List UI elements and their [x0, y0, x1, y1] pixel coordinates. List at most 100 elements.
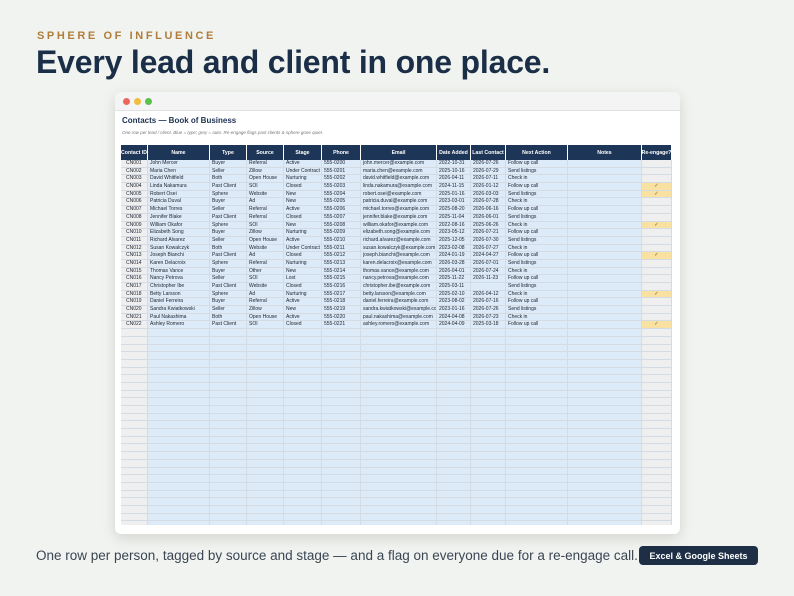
table-cell[interactable] — [568, 329, 642, 337]
table-cell[interactable]: Check in — [506, 198, 568, 207]
table-cell[interactable]: CN019 — [121, 298, 148, 307]
table-cell[interactable] — [322, 505, 361, 514]
table-cell[interactable]: Send listings — [506, 283, 568, 291]
table-cell[interactable]: Sandra Kwiatkowski — [148, 306, 210, 314]
table-cell[interactable] — [247, 498, 284, 506]
table-cell[interactable] — [210, 436, 247, 445]
table-cell[interactable] — [568, 206, 642, 214]
table-cell[interactable] — [148, 413, 210, 422]
table-cell[interactable] — [437, 459, 471, 468]
table-cell[interactable]: CN017 — [121, 283, 148, 291]
table-cell[interactable]: Send listings — [506, 236, 568, 245]
table-cell[interactable] — [322, 336, 361, 345]
table-cell[interactable] — [322, 475, 361, 483]
table-cell[interactable]: nancy.petrova@example.com — [361, 275, 437, 283]
table-cell[interactable] — [210, 375, 247, 383]
table-cell[interactable] — [506, 482, 568, 491]
table-cell[interactable] — [247, 382, 284, 391]
table-cell[interactable]: 555-0220 — [322, 313, 361, 322]
table-cell[interactable] — [471, 459, 506, 468]
table-cell[interactable] — [361, 467, 437, 476]
table-cell[interactable] — [642, 521, 672, 525]
table-cell[interactable] — [437, 436, 471, 445]
table-cell[interactable] — [568, 259, 642, 268]
table-cell[interactable] — [471, 513, 506, 522]
table-cell[interactable] — [284, 413, 322, 422]
table-cell[interactable]: Seller — [210, 306, 247, 314]
table-cell[interactable] — [642, 452, 672, 460]
column-header[interactable]: Last Contact — [471, 145, 506, 160]
maximize-window-icon[interactable] — [145, 98, 152, 105]
table-cell[interactable] — [361, 498, 437, 506]
table-cell[interactable] — [247, 390, 284, 399]
table-cell[interactable] — [247, 490, 284, 499]
table-cell[interactable] — [437, 467, 471, 476]
table-cell[interactable] — [437, 329, 471, 337]
table-cell[interactable] — [568, 283, 642, 291]
table-cell[interactable] — [210, 505, 247, 514]
table-cell[interactable] — [284, 382, 322, 391]
table-cell[interactable] — [284, 406, 322, 414]
table-cell[interactable]: Closed — [284, 321, 322, 330]
table-cell[interactable]: Both — [210, 175, 247, 184]
column-header[interactable]: Type — [210, 145, 247, 160]
table-cell[interactable] — [471, 452, 506, 460]
table-cell[interactable] — [471, 390, 506, 399]
table-cell[interactable]: Zillow — [247, 306, 284, 314]
table-cell[interactable] — [361, 459, 437, 468]
table-cell[interactable] — [471, 398, 506, 406]
table-cell[interactable]: 555-0201 — [322, 167, 361, 176]
table-cell[interactable] — [361, 444, 437, 453]
table-cell[interactable]: 555-0209 — [322, 229, 361, 237]
table-cell[interactable]: Follow up call — [506, 275, 568, 283]
table-cell[interactable] — [361, 406, 437, 414]
table-cell[interactable] — [471, 436, 506, 445]
table-cell[interactable] — [568, 344, 642, 353]
table-cell[interactable] — [210, 421, 247, 430]
table-cell[interactable] — [148, 336, 210, 345]
table-cell[interactable] — [121, 436, 148, 445]
table-cell[interactable]: 2025-08-20 — [437, 206, 471, 214]
table-cell[interactable]: 555-0204 — [322, 190, 361, 199]
table-cell[interactable] — [568, 498, 642, 506]
column-header[interactable]: Email — [361, 145, 437, 160]
table-cell[interactable]: CN006 — [121, 198, 148, 207]
table-cell[interactable] — [506, 521, 568, 525]
table-cell[interactable] — [210, 459, 247, 468]
table-cell[interactable] — [506, 429, 568, 437]
table-cell[interactable] — [284, 452, 322, 460]
table-cell[interactable]: Sphere — [210, 259, 247, 268]
table-cell[interactable]: Sphere — [210, 221, 247, 230]
table-cell[interactable] — [322, 513, 361, 522]
table-cell[interactable] — [247, 398, 284, 406]
table-cell[interactable] — [322, 498, 361, 506]
table-cell[interactable]: 555-0206 — [322, 206, 361, 214]
table-cell[interactable] — [148, 452, 210, 460]
table-cell[interactable]: david.whitfield@example.com — [361, 175, 437, 184]
table-cell[interactable]: Betty Larsson — [148, 290, 210, 299]
table-cell[interactable] — [437, 359, 471, 368]
table-cell[interactable]: karen.delacroix@example.com — [361, 259, 437, 268]
table-cell[interactable]: 555-0218 — [322, 298, 361, 307]
table-cell[interactable]: Michael Torres — [148, 206, 210, 214]
table-cell[interactable]: Active — [284, 206, 322, 214]
table-cell[interactable] — [284, 459, 322, 468]
table-cell[interactable] — [121, 452, 148, 460]
table-cell[interactable] — [437, 367, 471, 376]
table-cell[interactable]: 2023-03-01 — [437, 198, 471, 207]
table-cell[interactable] — [568, 190, 642, 199]
table-cell[interactable] — [568, 482, 642, 491]
table-cell[interactable] — [471, 283, 506, 291]
table-cell[interactable]: 2026-07-21 — [471, 229, 506, 237]
table-cell[interactable]: elizabeth.song@example.com — [361, 229, 437, 237]
table-cell[interactable] — [506, 475, 568, 483]
table-cell[interactable]: SOI — [247, 321, 284, 330]
table-cell[interactable]: 2026-07-26 — [471, 306, 506, 314]
table-cell[interactable] — [210, 429, 247, 437]
table-cell[interactable] — [284, 490, 322, 499]
table-cell[interactable] — [437, 382, 471, 391]
table-cell[interactable] — [284, 521, 322, 525]
table-cell[interactable] — [568, 175, 642, 184]
table-cell[interactable] — [361, 475, 437, 483]
table-cell[interactable] — [471, 375, 506, 383]
